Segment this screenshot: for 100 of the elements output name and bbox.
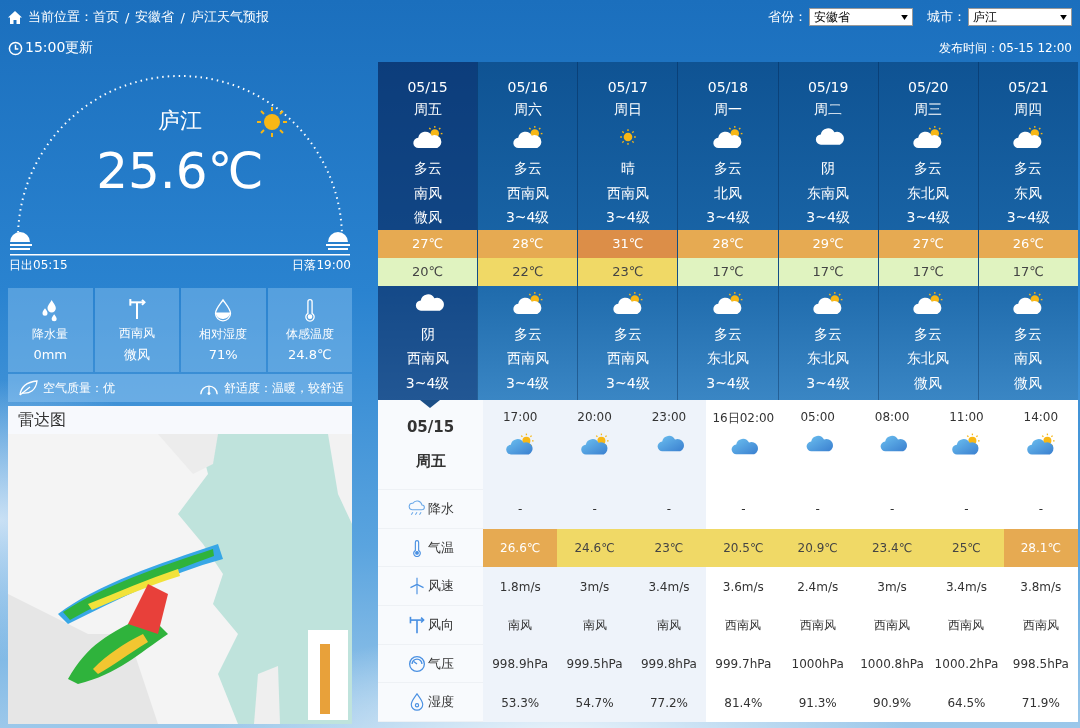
table-cell: 南风 (557, 606, 632, 645)
day-wind-direction: 东风 (1014, 183, 1043, 203)
low-temperature: 23℃ (578, 257, 678, 286)
sun-cloud-icon (1024, 432, 1057, 456)
day-weekday: 周三 (914, 100, 943, 119)
stat-label: 西南风 (118, 324, 155, 342)
air-quality: 空气质量：优 (43, 379, 115, 397)
breadcrumb-current[interactable]: 庐江天气预报 (190, 8, 269, 26)
hour-time: 08:00 (874, 410, 910, 424)
row-label: 湿度 (427, 693, 454, 712)
hour-time: 20:00 (577, 410, 612, 424)
table-cell: 998.9hPa (483, 644, 558, 684)
table-cell-text: 3.6m/s (721, 578, 765, 596)
temperature-cell: 25℃ (929, 528, 1004, 568)
day-wind-direction: 西南风 (506, 183, 549, 203)
hour-time: 11:00 (949, 410, 984, 424)
stat-label: 相对湿度 (199, 326, 248, 343)
sun-cloud-icon (504, 432, 537, 456)
sun-cloud-icon (711, 124, 745, 150)
table-cell-text: 西南风 (873, 616, 912, 634)
publish-time: 发布时间：05-15 12:00 (938, 39, 1072, 57)
day-weather: 阴 (821, 159, 836, 178)
low-temperature: 20℃ (378, 257, 478, 286)
row-label: 降水 (427, 499, 454, 518)
day-wind-direction: 西南风 (606, 183, 649, 203)
stat-label: 体感温度 (285, 326, 334, 343)
low-temperature: 17℃ (878, 257, 978, 286)
sun-cloud-icon (711, 289, 745, 316)
table-cell-text: 3.8m/s (1019, 578, 1063, 596)
wind-vane-icon (407, 615, 426, 634)
breadcrumb-link[interactable]: 安徽省 (135, 8, 175, 26)
breadcrumb-link[interactable]: 当前位置：首页 (28, 8, 119, 26)
table-cell-text: 西南风 (947, 616, 986, 634)
day-date: 05/16 (507, 78, 548, 97)
table-cell: 77.2% (631, 683, 707, 723)
table-cell-text: 3m/s (876, 578, 908, 596)
day-wind-level: 3~4级 (806, 208, 850, 227)
sun-cloud-icon (410, 124, 445, 150)
table-cell-text: 999.7hPa (714, 656, 773, 673)
day-date: 05/17 (607, 78, 649, 97)
high-temperature: 28℃ (478, 229, 578, 258)
day-weather: 多云 (914, 159, 943, 178)
table-cell-text: 998.5hPa (1011, 656, 1070, 673)
rain-cloud-icon (407, 499, 426, 518)
table-cell: 3.4m/s (631, 567, 707, 606)
wind-turbine-icon (407, 577, 426, 596)
panel-title: 雷达图 (17, 409, 67, 431)
sun-cloud-icon (578, 432, 611, 456)
city-name: 庐江 (158, 107, 202, 135)
dropdown[interactable]: 庐江 (968, 8, 1072, 26)
caret-icon (1060, 14, 1067, 20)
current-temperature: 25.6℃ (96, 142, 264, 200)
table-cell: - (483, 490, 558, 529)
table-cell-text: 1000.8hPa (859, 656, 925, 673)
day-date: 05/15 (407, 78, 448, 97)
stat-value: 71% (208, 347, 238, 362)
night-weather: 多云 (814, 324, 843, 344)
night-weather: 阴 (420, 324, 435, 344)
forecast-day-column[interactable]: 05/21 周四 多云 东风 3~4级 26℃ 17℃ 多云 南风 微风 (977, 62, 1078, 400)
table-cell: - (631, 490, 707, 529)
table-cell-text: - (963, 501, 970, 519)
night-wind-level: 3~4级 (505, 373, 550, 393)
high-temperature: 27℃ (878, 229, 978, 258)
sunrise-time: 日出05:15 (9, 257, 68, 274)
day-weather: 多云 (413, 159, 442, 178)
night-wind-direction: 南风 (1014, 349, 1043, 368)
night-wind-level: 3~4级 (706, 373, 750, 393)
day-weather: 晴 (620, 159, 635, 178)
high-temperature: 26℃ (978, 229, 1078, 258)
night-weather: 多云 (914, 324, 943, 344)
night-wind-direction: 东北风 (907, 349, 950, 368)
table-cell: 53.3% (483, 683, 558, 723)
forecast-day-column[interactable]: 05/19 周二 阴 东南风 3~4级 29℃ 17℃ 多云 东北风 3~4级 (777, 62, 878, 400)
stat-value: 微风 (123, 345, 150, 364)
night-wind-direction: 西南风 (506, 349, 549, 368)
sun-cloud-icon (510, 124, 545, 150)
forecast-day-column[interactable]: 05/16 周六 多云 西南风 3~4级 28℃ 22℃ 多云 西南风 3~4级 (477, 62, 578, 400)
sunset-time: 日落19:00 (292, 257, 351, 274)
low-temperature: 17℃ (978, 257, 1078, 286)
stat-label: 降水量 (32, 326, 69, 343)
night-wind-level: 3~4级 (606, 373, 650, 393)
day-weekday: 周一 (714, 100, 742, 119)
breadcrumb-separator: / (180, 9, 185, 25)
forecast-day-column[interactable]: 05/15 周五 多云 南风 微风 27℃ 20℃ 阴 西南风 3~4级 (378, 62, 478, 400)
table-cell-text: 91.3% (797, 694, 838, 712)
night-weather: 多云 (613, 324, 642, 344)
day-wind-level: 3~4级 (505, 208, 550, 227)
forecast-day-column[interactable]: 05/17 周日 晴 西南风 3~4级 31℃ 23℃ 多云 西南风 3~4级 (577, 62, 678, 400)
forecast-day-column[interactable]: 05/18 周一 多云 北风 3~4级 28℃ 17℃ 多云 东北风 3~4级 (677, 62, 778, 400)
night-weather: 多云 (513, 324, 542, 344)
table-cell-text: 西南风 (724, 616, 763, 634)
leaf-icon (18, 380, 38, 396)
dropdown[interactable]: 安徽省 (809, 8, 913, 26)
table-cell-text: - (1037, 501, 1044, 519)
clock-icon (8, 40, 23, 56)
home-icon (8, 10, 22, 24)
breadcrumb-separator: / (125, 9, 130, 25)
table-cell-text: 西南风 (798, 616, 837, 634)
forecast-day-column[interactable]: 05/20 周三 多云 东北风 3~4级 27℃ 17℃ 多云 东北风 微风 (877, 62, 978, 400)
temperature-cell: 26.6℃ (483, 528, 558, 568)
